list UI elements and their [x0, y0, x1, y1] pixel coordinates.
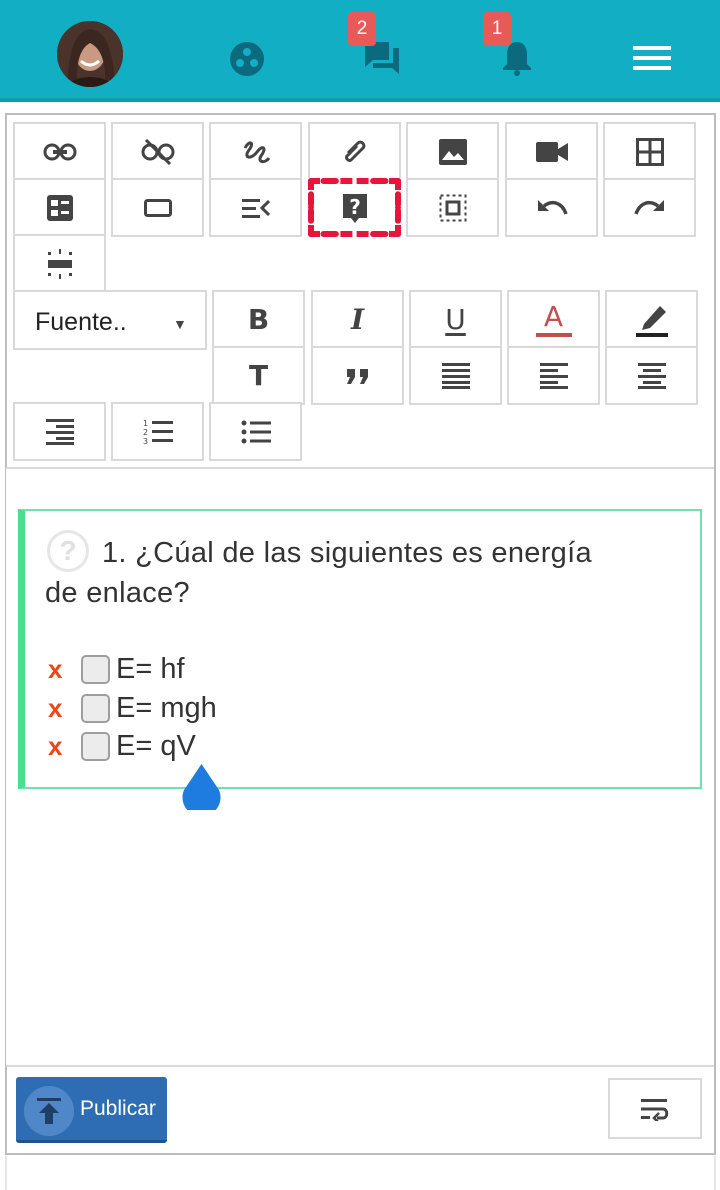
underline-label: U [445, 303, 466, 336]
blockquote-button[interactable] [311, 346, 404, 405]
italic-button[interactable]: I [311, 290, 404, 349]
answer-checkbox[interactable] [81, 654, 110, 684]
insert-image-button[interactable] [406, 122, 499, 181]
text-size-button[interactable]: T [212, 346, 305, 405]
numbered-list-button[interactable]: 123 [111, 402, 204, 461]
align-right-button[interactable] [13, 402, 106, 461]
chat-badge: 2 [348, 12, 376, 46]
bold-button[interactable]: B [212, 290, 305, 349]
answer-text: E= mgh [116, 691, 217, 724]
font-family-select[interactable]: Fuente.. ▼ [13, 290, 207, 350]
publish-label: Publicar [80, 1097, 156, 1120]
attach-file-button[interactable] [308, 122, 401, 181]
align-center-button[interactable] [605, 346, 698, 405]
draw-button[interactable] [209, 122, 302, 181]
notifications-badge: 1 [483, 12, 511, 46]
page-break-button[interactable] [13, 234, 106, 293]
font-select-label: Fuente.. [35, 308, 127, 336]
top-bar: 2 1 [0, 0, 720, 102]
answer-text: E= hf [116, 652, 185, 685]
question-line-2: de enlace? [45, 577, 190, 609]
template-button[interactable] [13, 178, 106, 237]
align-left-button[interactable] [507, 346, 600, 405]
underline-button[interactable]: U [409, 290, 502, 349]
undo-button[interactable] [505, 178, 598, 237]
bullet-list-button[interactable] [209, 402, 302, 461]
answer-option: x E= mgh [48, 689, 217, 727]
svg-text:1: 1 [143, 419, 148, 428]
insert-video-button[interactable] [505, 122, 598, 181]
wrap-text-button[interactable] [608, 1078, 702, 1139]
insert-question-button[interactable]: ? [308, 178, 401, 237]
publish-button[interactable]: Publicar [16, 1077, 167, 1143]
user-avatar[interactable] [57, 21, 123, 87]
select-all-button[interactable] [406, 178, 499, 237]
redo-button[interactable] [603, 178, 696, 237]
collapse-button[interactable] [209, 178, 302, 237]
font-color-label: A [543, 299, 564, 333]
justify-button[interactable] [409, 346, 502, 405]
chat-icon[interactable] [363, 40, 401, 81]
text-cursor-handle[interactable] [181, 764, 222, 817]
wrong-mark: x [48, 692, 63, 723]
answer-option: x E= hf [48, 650, 185, 688]
italic-label: I [350, 303, 365, 336]
remove-link-button[interactable] [111, 122, 204, 181]
bottom-frame [5, 1156, 716, 1190]
upload-icon [24, 1086, 74, 1136]
wrong-mark: x [48, 730, 63, 761]
insert-button-element[interactable] [111, 178, 204, 237]
insert-link-button[interactable] [13, 122, 106, 181]
answer-text: E= qV [116, 729, 196, 762]
menu-icon[interactable] [633, 44, 671, 77]
question-line-1: 1. ¿Cúal de las siguientes es energía [102, 537, 592, 569]
highlight-button[interactable] [605, 290, 698, 349]
bell-icon[interactable] [501, 40, 533, 81]
font-color-swatch [535, 332, 572, 337]
wrong-mark: x [48, 653, 63, 684]
insert-table-button[interactable] [603, 122, 696, 181]
svg-text:?: ? [349, 195, 361, 219]
chevron-down-icon: ▼ [173, 316, 187, 332]
svg-text:2: 2 [143, 428, 148, 437]
svg-text:3: 3 [143, 437, 148, 445]
answer-checkbox[interactable] [81, 731, 110, 761]
groups-icon[interactable] [229, 41, 265, 82]
question-text: 1. ¿Cúal de las siguientes es energía de… [45, 533, 685, 613]
answer-option: x E= qV [48, 727, 196, 765]
answer-checkbox[interactable] [81, 693, 110, 723]
font-color-button[interactable]: A [507, 290, 600, 349]
